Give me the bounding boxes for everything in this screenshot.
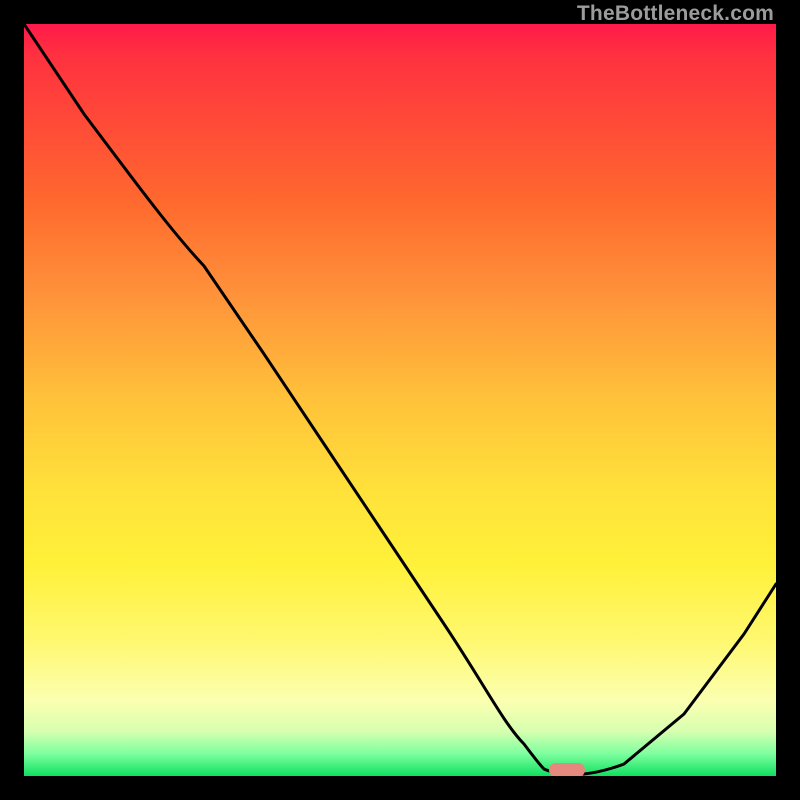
watermark-text: TheBottleneck.com (577, 2, 774, 26)
heat-gradient-background (24, 24, 776, 776)
plot-area (24, 24, 776, 776)
chart-frame: TheBottleneck.com (0, 0, 800, 800)
optimal-marker-pill (549, 763, 585, 776)
